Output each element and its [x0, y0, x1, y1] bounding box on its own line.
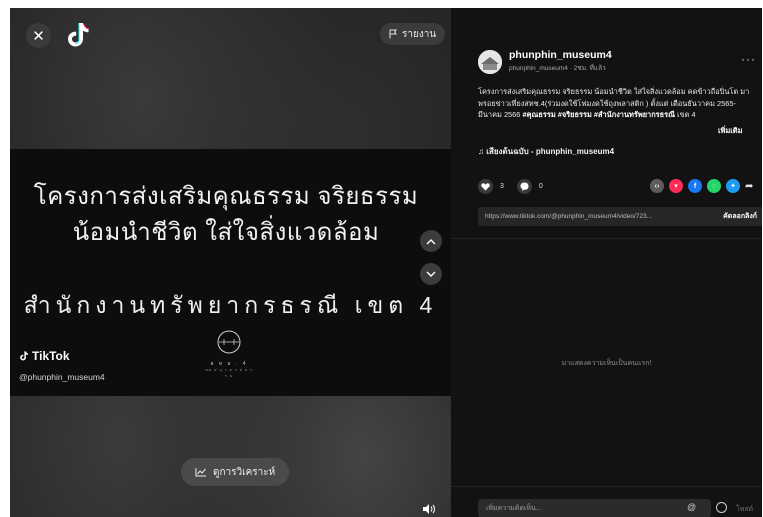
facebook-share-button[interactable]: f: [688, 179, 702, 193]
watermark-brand: TikTok: [32, 349, 70, 363]
comment-composer: เพิ่มความคิดเห็น... @ โพสต์: [451, 486, 762, 517]
facebook-icon: f: [693, 182, 697, 190]
video-link[interactable]: https://www.tiktok.com/@phunphin_museum4…: [485, 213, 652, 220]
emoji-icon[interactable]: [716, 502, 727, 513]
send-icon: ▾: [674, 183, 678, 190]
post-caption: โครงการส่งเสริมคุณธรรม จริยธรรม น้อมนำชี…: [478, 86, 756, 121]
analytics-icon: [195, 468, 206, 477]
hashtag-link[interactable]: #จริยธรรม: [558, 110, 592, 119]
twitter-share-button[interactable]: ✦: [726, 179, 740, 193]
mention-icon[interactable]: @: [687, 502, 696, 512]
share-row: ‹› ▾ f ◌ ✦ ➦: [650, 179, 753, 193]
next-video-button[interactable]: [420, 263, 442, 285]
sound-link[interactable]: ♫ เสียงต้นฉบับ - phunphin_museum4: [478, 145, 614, 158]
hashtag-link[interactable]: #คุณธรรม: [522, 110, 555, 119]
divider: [451, 238, 762, 239]
like-count: 3: [500, 183, 504, 190]
like-button[interactable]: [478, 179, 493, 194]
video-title-line-1: โครงการส่งเสริมคุณธรรม จริยธรรม: [33, 183, 419, 210]
tiktok-watermark: TikTok: [19, 349, 70, 363]
whatsapp-share-button[interactable]: ◌: [707, 179, 721, 193]
tiktok-share-button[interactable]: ▾: [669, 179, 683, 193]
comment-count: 0: [538, 183, 543, 190]
engagement-stats: 3 0: [478, 179, 543, 194]
tiktok-small-icon: [20, 351, 29, 361]
video-title-line-3: สำนักงานทรัพยากรธรณี เขต 4: [23, 292, 438, 318]
post-details-panel: phunphin_museum4 phunphin_museum4 · 2ชม.…: [451, 8, 762, 517]
more-options-button[interactable]: ···: [741, 52, 756, 66]
report-button[interactable]: รายงาน: [380, 23, 446, 45]
office-logo-icon: [217, 330, 241, 354]
caption-tail: เขต 4: [674, 110, 696, 119]
post-meta: phunphin_museum4 · 2ชม. ที่แล้ว: [509, 65, 606, 72]
twitter-icon: ✦: [730, 183, 736, 190]
close-icon: ✕: [32, 27, 45, 45]
heart-icon: [481, 182, 490, 190]
analytics-label: ดูการวิเคราะห์: [213, 466, 276, 478]
tiktok-logo-icon: [68, 23, 90, 47]
copy-link-button[interactable]: คัดลอกลิงก์: [723, 211, 757, 222]
view-analytics-button[interactable]: ดูการวิเคราะห์: [181, 458, 290, 486]
video-player[interactable]: ✕ รายงาน โครงการส่งเสริมคุณธรรม จริยธรรม…: [10, 8, 451, 517]
video-title-line-2: น้อมนำชีวิต ใส่ใจสิ่งแวดล้อม: [72, 219, 380, 246]
empty-comments-message: มาแสดงความเห็นเป็นคนแรก!: [561, 360, 652, 367]
comment-button[interactable]: [516, 179, 532, 194]
avatar[interactable]: [478, 50, 502, 74]
close-button[interactable]: ✕: [26, 23, 51, 48]
chevron-up-icon: [426, 238, 436, 244]
comment-input[interactable]: เพิ่มความคิดเห็น...: [478, 499, 711, 517]
comment-icon: [520, 182, 529, 191]
flag-icon: [389, 29, 397, 39]
chevron-down-icon: [426, 271, 436, 277]
tiktok-video-viewer: ✕ รายงาน โครงการส่งเสริมคุณธรรม จริยธรรม…: [10, 8, 762, 517]
volume-icon: [423, 504, 435, 514]
volume-button[interactable]: [419, 501, 439, 517]
post-comment-button[interactable]: โพสต์: [736, 504, 753, 515]
hashtag-link[interactable]: #สำนักงานทรัพยากรธรณี: [594, 110, 675, 119]
share-arrow-icon[interactable]: ➦: [745, 181, 753, 192]
whatsapp-icon: ◌: [711, 182, 717, 190]
see-more-button[interactable]: เพิ่มเติม: [718, 125, 742, 137]
embed-button[interactable]: ‹›: [650, 179, 664, 193]
museum-avatar-icon: [478, 50, 502, 74]
author-username[interactable]: phunphin_museum4: [509, 49, 612, 61]
report-label: รายงาน: [402, 28, 437, 40]
watermark-handle: @phunphin_museum4: [19, 372, 105, 382]
copy-link-field: https://www.tiktok.com/@phunphin_museum4…: [478, 207, 762, 226]
logo-subcaption: ขต ๔ บุ ร ต ร ส ธ ร ร ม: [205, 368, 253, 378]
previous-video-button[interactable]: [420, 230, 442, 252]
embed-icon: ‹›: [654, 182, 660, 190]
